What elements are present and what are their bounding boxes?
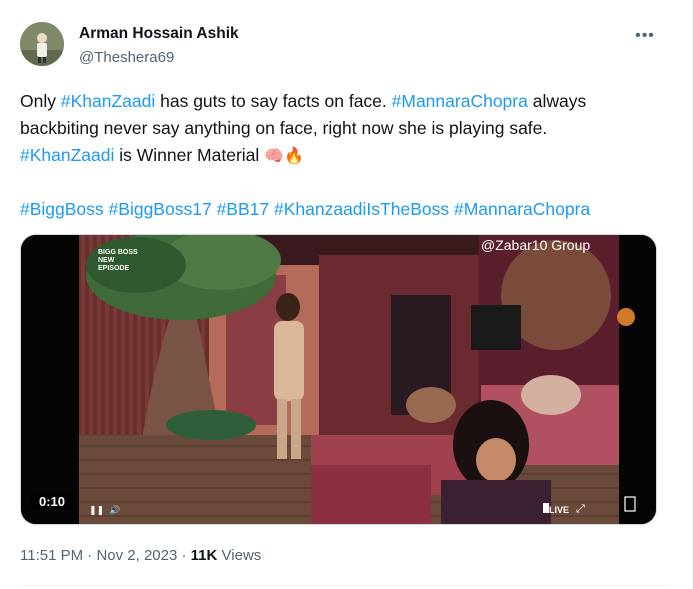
hashtag-link[interactable]: #BiggBoss17 [109,199,212,219]
tweet-text-fragment: backbiting never say anything on face, r… [20,118,548,138]
more-options-icon[interactable]: ••• [630,24,660,48]
video-watermark: @Zabar10 Group [481,237,591,253]
show-logo: Bigg Boss New Episode [98,249,138,273]
live-badge: LIVE [549,505,570,515]
tweet-date[interactable]: Nov 2, 2023 [96,547,177,564]
show-logo-line: Bigg Boss [98,249,138,256]
volume-icon[interactable]: 🔊 [109,505,120,516]
tweet-text-fragment: Only [20,91,61,111]
brain-emoji-icon: 🧠 [264,146,285,165]
show-logo-line: New [98,257,115,264]
fire-emoji-icon: 🔥 [284,146,304,165]
meta-separator: · [83,547,97,564]
hashtag-link[interactable]: #BiggBoss [20,199,104,219]
tweet-line-1: Only #KhanZaadi has guts to say facts on… [20,88,670,115]
pause-icon[interactable]: ❚❚ [89,505,104,516]
avatar-image [20,22,64,66]
hashtag-link[interactable]: #KhanZaadi [20,145,114,165]
hashtag-link[interactable]: #MannaraChopra [454,199,590,219]
author-handle[interactable]: @Theshera69 [79,49,174,66]
fullscreen-icon[interactable]: ⤢ [576,503,585,516]
tweet-text-fragment: always [527,91,587,111]
hashtag-link[interactable]: #KhanzaadiIsTheBoss [274,199,449,219]
hashtag-link[interactable]: #MannaraChopra [392,91,528,111]
tweet-line-2: backbiting never say anything on face, r… [20,115,670,142]
video-player[interactable]: @Zabar10 Group Bigg Boss New Episode 0:1… [20,234,657,525]
hashtag-link[interactable]: #KhanZaadi [61,91,155,111]
tweet-card: Arman Hossain Ashik @Theshera69 ••• Only… [0,0,693,589]
views-count: 11K [190,547,218,564]
tweet-text-fragment: is Winner Material [114,145,265,165]
tweet-line-3: #KhanZaadi is Winner Material 🧠🔥 [20,142,670,169]
video-time: 0:10 [31,492,74,511]
tweet-text: Only #KhanZaadi has guts to say facts on… [20,88,670,223]
tweet-text-fragment: has guts to say facts on face. [155,91,392,111]
author-display-name[interactable]: Arman Hossain Ashik [79,25,239,43]
hashtag-link[interactable]: #BB17 [217,199,270,219]
divider [20,585,670,586]
author-avatar[interactable] [20,22,64,66]
tweet-time[interactable]: 11:51 PM [20,547,83,564]
show-logo-line: Episode [98,265,130,272]
views-label: Views [217,547,262,564]
tweet-meta: 11:51 PM · Nov 2, 2023 · 11K Views [20,547,261,564]
meta-separator: · [177,547,191,564]
hashtag-line: #BiggBoss #BiggBoss17 #BB17 #KhanzaadiIs… [20,196,670,223]
video-frame [21,235,656,524]
